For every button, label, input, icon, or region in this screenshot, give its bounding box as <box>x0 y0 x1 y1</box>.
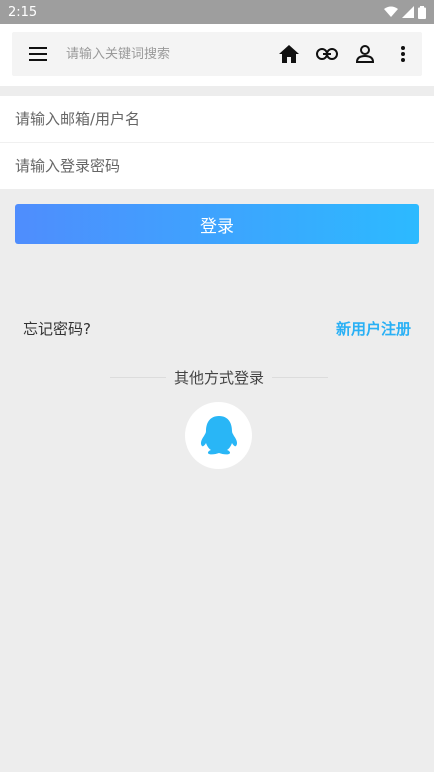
link-button[interactable] <box>308 32 346 76</box>
divider-line-left <box>110 376 166 378</box>
forgot-password-link[interactable]: 忘记密码? <box>23 318 91 339</box>
other-login-divider: 其他方式登录 <box>110 366 329 388</box>
register-link[interactable]: 新用户注册 <box>336 318 411 339</box>
username-row <box>0 96 434 142</box>
login-button[interactable]: 登录 <box>15 204 419 244</box>
battery-icon <box>418 5 426 19</box>
search-input[interactable] <box>64 32 270 76</box>
more-vert-icon <box>401 46 405 62</box>
search-bar <box>12 32 422 76</box>
person-icon <box>356 45 374 63</box>
link-icon <box>316 48 338 60</box>
more-button[interactable] <box>384 32 422 76</box>
password-field[interactable] <box>15 143 434 188</box>
home-button[interactable] <box>270 32 308 76</box>
status-time: 2:15 <box>8 4 38 20</box>
wifi-icon <box>384 6 398 17</box>
username-field[interactable] <box>15 96 434 142</box>
status-icons <box>384 5 426 19</box>
menu-button[interactable] <box>12 32 64 76</box>
status-bar: 2:15 <box>0 0 434 24</box>
home-icon <box>279 45 299 63</box>
login-form <box>0 96 434 189</box>
other-login-label: 其他方式登录 <box>174 368 265 387</box>
qq-penguin-icon <box>200 415 237 454</box>
menu-icon <box>29 47 47 61</box>
account-button[interactable] <box>346 32 384 76</box>
top-app-bar <box>0 24 434 86</box>
divider-line-right <box>272 376 329 378</box>
signal-icon <box>402 6 414 18</box>
qq-login-button[interactable] <box>185 402 252 469</box>
password-row <box>0 142 434 188</box>
